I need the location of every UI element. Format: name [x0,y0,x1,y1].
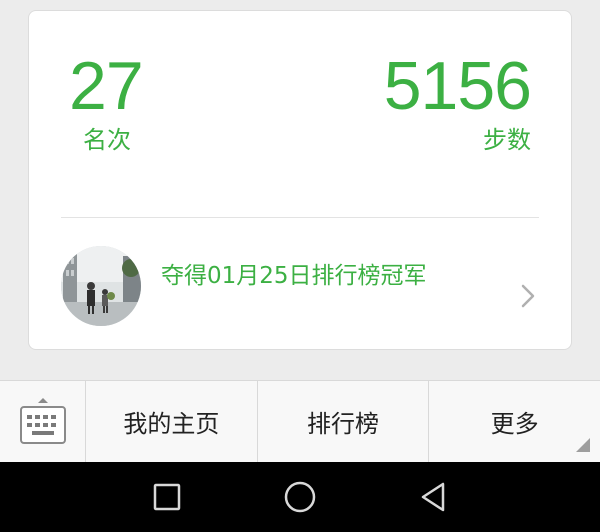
menu-item-leaderboard[interactable]: 排行榜 [258,381,430,462]
back-triangle-icon[interactable] [416,480,450,514]
steps-stat: 5156 步数 [383,48,532,155]
steps-value: 5156 [383,48,532,124]
home-circle-icon[interactable] [283,480,317,514]
menu-item-more[interactable]: 更多 [429,381,600,462]
submenu-indicator-icon [576,438,591,452]
champion-text: 夺得01月25日排行榜冠军 [161,263,427,289]
recents-square-icon[interactable] [150,480,184,514]
rank-value: 27 [69,48,144,124]
rank-stat: 27 名次 [69,48,144,155]
chevron-right-icon [521,284,535,312]
steps-label: 步数 [483,126,531,154]
bottom-menu-bar: 我的主页 排行榜 更多 [0,380,600,462]
menu-item-my-homepage[interactable]: 我的主页 [86,381,258,462]
avatar [61,246,141,326]
rank-label: 名次 [83,126,131,154]
menu-item-label: 我的主页 [123,410,220,438]
system-nav-bar [0,462,600,532]
champion-row[interactable]: 夺得01月25日排行榜冠军 [29,218,571,348]
menu-item-label: 更多 [490,410,539,438]
keyboard-toggle-button[interactable] [0,381,86,462]
ranking-card: 27 名次 5156 步数 夺得01月25日排行榜冠军 [28,10,572,350]
menu-item-label: 排行榜 [307,410,379,438]
